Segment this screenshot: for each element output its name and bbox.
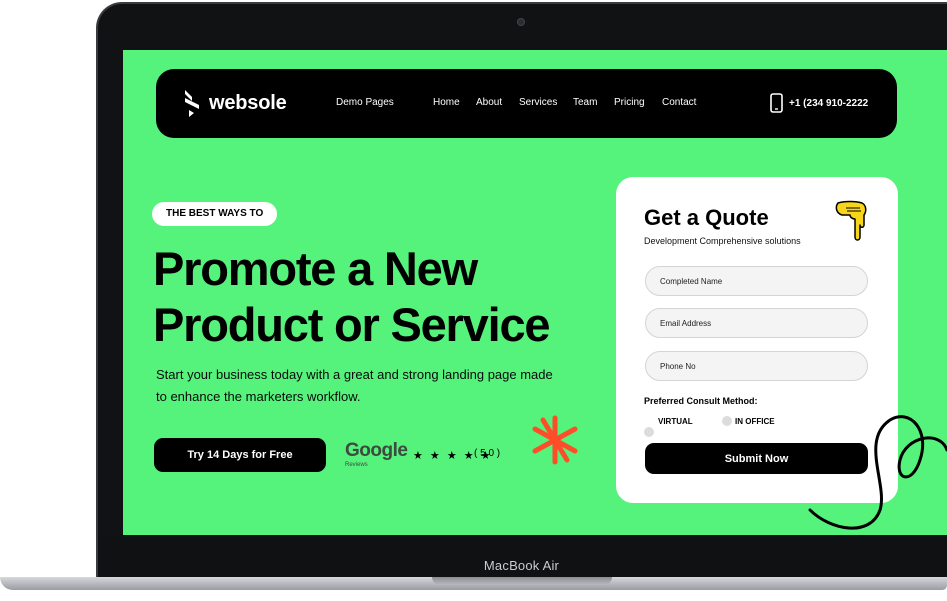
device-label: MacBook Air [483, 558, 560, 573]
in-office-radio[interactable] [722, 416, 732, 426]
laptop-notch [432, 577, 612, 585]
email-field[interactable] [645, 308, 868, 338]
nav-home[interactable]: Home [433, 97, 460, 108]
nav-about[interactable]: About [476, 97, 502, 108]
virtual-radio[interactable] [644, 427, 654, 437]
nav-demo-pages[interactable]: Demo Pages [336, 97, 394, 108]
google-wordmark: Google [345, 440, 408, 461]
hero-badge: THE BEST WAYS TO [152, 202, 278, 226]
quote-subtitle: Development Comprehensive solutions [644, 236, 801, 246]
google-reviews-logo: Google Reviews [345, 440, 408, 469]
consult-method-label: Preferred Consult Method: [644, 396, 758, 406]
free-trial-button[interactable]: Try 14 Days for Free [154, 438, 326, 472]
rating-value: ( 5.0 ) [474, 448, 501, 459]
nav-pricing[interactable]: Pricing [614, 97, 645, 108]
pointing-hand-icon [835, 200, 867, 241]
navbar: websole Demo Pages Home About Services T… [156, 69, 897, 138]
phone-number: +1 (234 910-2222 [789, 97, 869, 109]
hero-title-line-2: Product or Service [153, 298, 551, 351]
squiggle-decoration [808, 415, 947, 530]
smartphone-icon [770, 93, 783, 113]
quote-title: Get a Quote [644, 205, 769, 230]
nav-services[interactable]: Services [519, 97, 557, 108]
google-reviews-label: Reviews [345, 462, 368, 468]
camera-icon [517, 18, 525, 26]
brand-logo[interactable]: websole [183, 88, 287, 118]
websole-logo-icon [185, 90, 199, 117]
nav-team[interactable]: Team [573, 97, 597, 108]
hero-title-line-1: Promote a New [153, 242, 478, 295]
hero-title: Promote a New Product or Service [153, 241, 593, 353]
virtual-option-label: VIRTUAL [658, 417, 693, 426]
phone-field[interactable] [645, 351, 868, 381]
asterisk-decoration-icon [532, 415, 578, 465]
nav-contact[interactable]: Contact [662, 97, 696, 108]
brand-name: websole [209, 91, 287, 114]
phone-contact[interactable]: +1 (234 910-2222 [770, 93, 868, 113]
in-office-option-label: IN OFFICE [735, 417, 775, 426]
name-field[interactable] [645, 266, 868, 296]
hero-description: Start your business today with a great a… [156, 367, 553, 404]
